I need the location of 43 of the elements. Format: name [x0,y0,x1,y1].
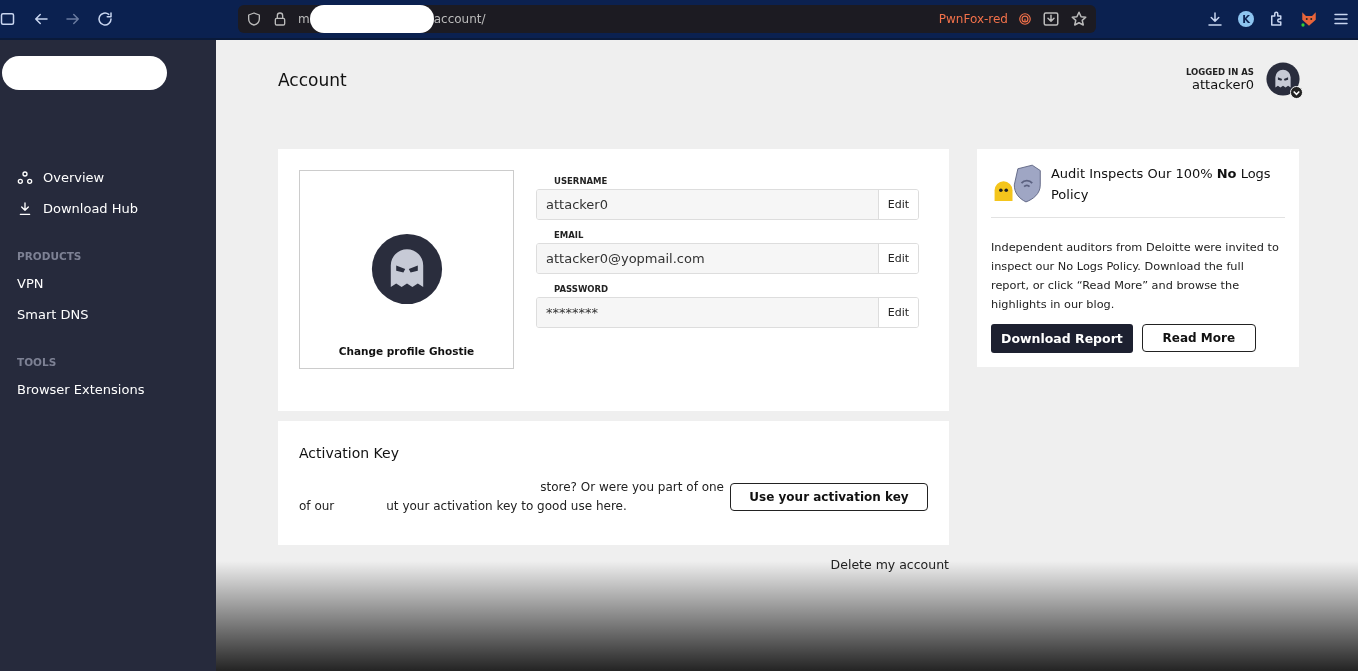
read-more-button[interactable]: Read More [1141,324,1256,352]
download-icon [17,200,33,217]
username-label: attacker0 [1192,76,1254,92]
reload-icon[interactable] [96,10,114,28]
description-text: of our [299,498,335,515]
sidebar-item[interactable]: Download Hub [0,193,216,224]
sidebar-heading: TOOLS [16,355,58,370]
activation-key-button[interactable]: Use your activation key [730,483,928,511]
promo-text: Independent auditors from Deloitte were invited to inspect our No Logs Policy. Download the full report, or click “Read More” and browse the highlights in our blog. [991,240,1280,313]
description-text: store? Or were you part of one [539,479,724,496]
logged-in-label: LOGGED IN AS [1185,66,1254,77]
description-text: ut your activation key to good use here. [386,498,627,515]
profile-picture-panel[interactable]: Change profile Ghostie [299,170,514,369]
circles-icon [17,169,33,186]
container-label[interactable]: PwnFox-red [938,12,1008,26]
sidebar-item[interactable]: Browser Extensions [0,374,216,405]
fox-icon[interactable] [1300,10,1318,28]
sidebar-item[interactable]: Smart DNS [0,299,216,330]
shield-icon [246,11,262,27]
field-label: USERNAME [554,176,609,186]
chevron-icon [1290,86,1303,99]
change-picture-label[interactable]: Change profile Ghostie [338,345,475,357]
url-text: m [298,12,310,26]
sidebar-heading: PRODUCTS [16,249,83,264]
ghost-avatar-icon [370,233,443,305]
user-avatar[interactable] [1266,62,1300,96]
star-icon[interactable] [1070,10,1088,28]
promo-title: Audit Inspects Our 100% No Logs Policy [1050,165,1272,204]
lock-icon [272,11,288,27]
sidebar-item[interactable]: VPN [0,268,216,299]
fingerprint-icon [1018,12,1032,26]
section-title: Activation Key [299,445,400,461]
sidebar-item[interactable]: Overview [0,162,216,193]
delete-account-link[interactable]: Delete my account [830,557,949,572]
download-report-button[interactable]: Download Report [991,324,1133,353]
address-bar[interactable]: m account/ PwnFox-red [238,5,1096,33]
field-label: PASSWORD [554,284,610,294]
page-title: Account [278,70,347,90]
url-text: account/ [433,12,486,26]
profile-avatar[interactable]: K [1238,11,1254,27]
save-page-icon[interactable] [1042,10,1060,28]
download-icon[interactable] [1206,10,1224,28]
field-label: EMAIL [554,230,585,240]
